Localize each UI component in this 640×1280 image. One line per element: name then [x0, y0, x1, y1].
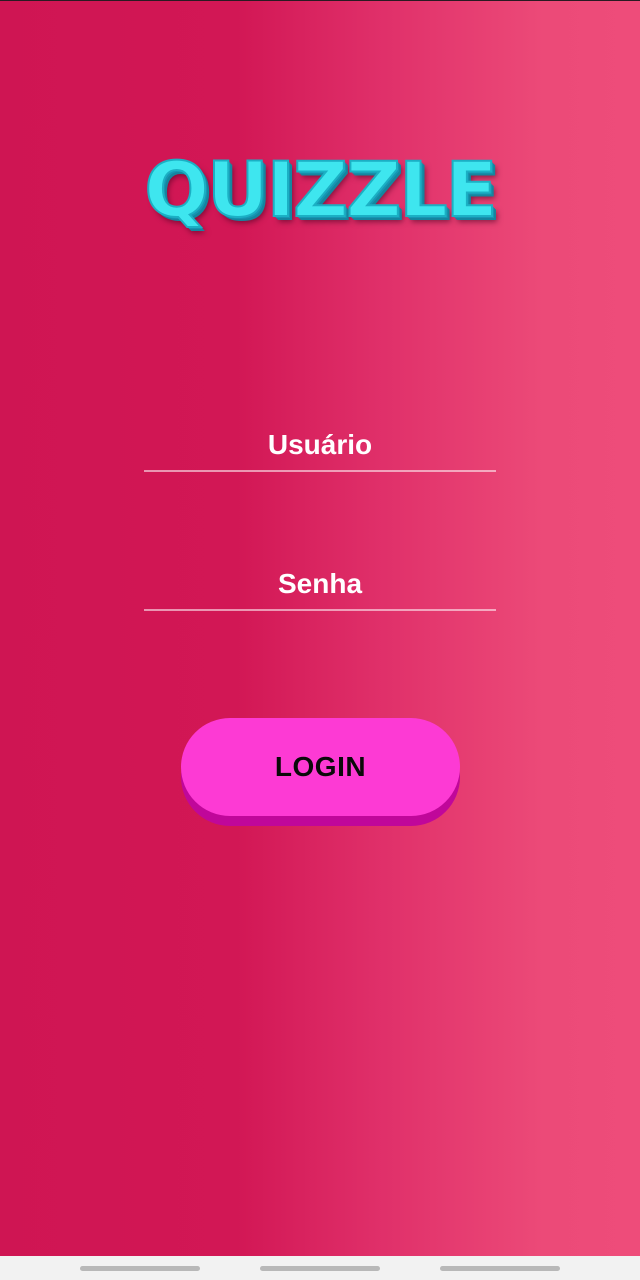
username-placeholder: Usuário: [267, 429, 373, 460]
nav-pill-left[interactable]: [80, 1266, 200, 1271]
nav-pill-center[interactable]: [260, 1266, 380, 1271]
login-screen: QUIZZLE Usuário Senha LOGIN: [0, 0, 640, 1256]
nav-pill-right[interactable]: [440, 1266, 560, 1271]
status-edge: [0, 0, 640, 1]
password-placeholder: Senha: [277, 568, 363, 599]
username-field[interactable]: Usuário: [144, 420, 496, 472]
login-button-label: LOGIN: [274, 751, 367, 782]
system-nav-bar: [0, 1256, 640, 1280]
app-logo: QUIZZLE: [143, 144, 498, 235]
login-button[interactable]: LOGIN: [181, 718, 460, 816]
password-field[interactable]: Senha: [144, 559, 496, 611]
